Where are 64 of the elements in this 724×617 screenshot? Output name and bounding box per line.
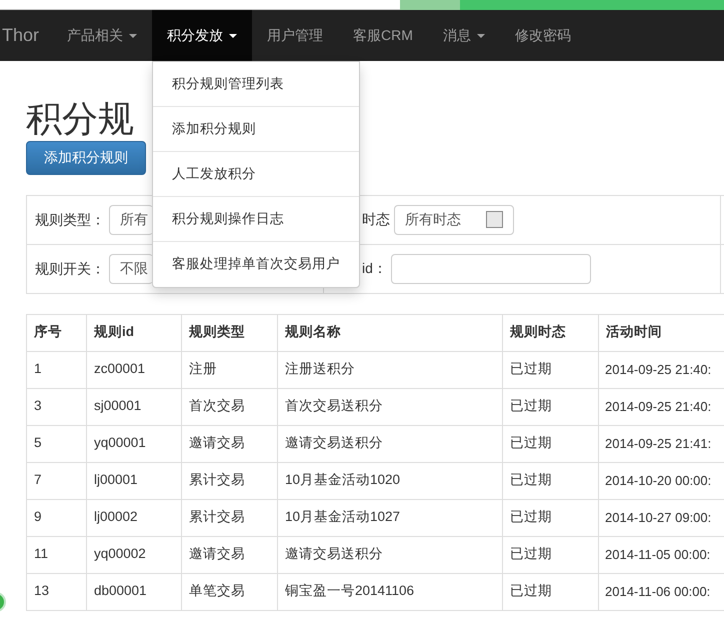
filter-label: 规则开关： bbox=[35, 260, 105, 276]
table-cell: lj00002 bbox=[86, 499, 182, 536]
table-cell: 10月基金活动1027 bbox=[278, 499, 502, 536]
table-cell: zc00001 bbox=[86, 351, 182, 388]
column-header: 规则时态 bbox=[502, 314, 598, 352]
table-cell: 注册送积分 bbox=[278, 351, 502, 388]
filter-label: 规则类型： bbox=[35, 211, 105, 228]
dropdown-item[interactable]: 人工发放积分 bbox=[153, 152, 360, 197]
table-cell: db00001 bbox=[86, 573, 182, 610]
table-cell: 已过期 bbox=[502, 499, 598, 536]
brand-name[interactable]: Thor bbox=[0, 10, 52, 61]
browser-tab-button[interactable] bbox=[400, 0, 460, 10]
table-cell: 首次交易 bbox=[182, 388, 278, 426]
table-cell: 铜宝盈一号20141106 bbox=[278, 573, 502, 610]
table-cell: 邀请交易 bbox=[182, 536, 278, 574]
table-cell: 单笔交易 bbox=[182, 573, 278, 610]
table-cell: 13 bbox=[26, 573, 86, 610]
nav-item[interactable]: 积分发放 bbox=[152, 10, 252, 61]
table-cell: 邀请交易送积分 bbox=[278, 536, 502, 574]
add-rule-button[interactable]: 添加积分规则 bbox=[26, 140, 146, 175]
table-cell: 累计交易 bbox=[182, 499, 278, 536]
table-cell: 注册 bbox=[182, 351, 278, 388]
dropdown-item[interactable]: 积分规则管理列表 bbox=[153, 62, 360, 107]
nav-item[interactable]: 消息 bbox=[428, 10, 500, 61]
table-cell: 5 bbox=[26, 425, 86, 462]
table-cell: 11 bbox=[26, 536, 86, 574]
nav-item[interactable]: 用户管理 bbox=[252, 10, 338, 61]
column-header: 序号 bbox=[26, 314, 86, 352]
table-cell: 10月基金活动1020 bbox=[278, 462, 502, 500]
rule-id-field[interactable] bbox=[390, 254, 591, 284]
dropdown-item[interactable]: 客服处理掉单首次交易用户 bbox=[153, 242, 360, 287]
table-cell: 首次交易送积分 bbox=[278, 388, 502, 426]
column-header: 规则名称 bbox=[278, 314, 502, 352]
select-field[interactable]: 所有 bbox=[108, 204, 153, 235]
table-cell: 1 bbox=[26, 351, 86, 388]
table-cell: 9 bbox=[26, 499, 86, 536]
table-cell: 邀请交易送积分 bbox=[278, 425, 502, 462]
filter-label: 时态 bbox=[361, 211, 390, 228]
column-header: 活动时间 bbox=[598, 314, 724, 352]
table-cell: 已过期 bbox=[502, 425, 598, 462]
table-cell: 累计交易 bbox=[182, 462, 278, 500]
dropdown-item[interactable]: 积分规则操作日志 bbox=[153, 197, 360, 242]
table-cell: 7 bbox=[26, 462, 86, 500]
table-cell: 3 bbox=[26, 388, 86, 426]
nav-item[interactable]: 客服CRM bbox=[338, 10, 428, 61]
table-cell: yq00001 bbox=[86, 425, 182, 462]
table-cell: 已过期 bbox=[502, 573, 598, 610]
table-cell: 已过期 bbox=[502, 351, 598, 388]
table-cell: lj00001 bbox=[86, 462, 182, 500]
column-header: 规则类型 bbox=[182, 314, 278, 352]
column-header: 规则id bbox=[86, 314, 182, 352]
table-cell: 已过期 bbox=[502, 536, 598, 574]
select-field[interactable]: 不限 bbox=[108, 254, 153, 284]
table-cell: 已过期 bbox=[502, 462, 598, 500]
table-cell: 已过期 bbox=[502, 388, 598, 426]
filter-label: id： bbox=[361, 260, 387, 276]
table-cell: 邀请交易 bbox=[182, 425, 278, 462]
page-title: 积分规 bbox=[26, 99, 134, 139]
table-cell: yq00002 bbox=[86, 536, 182, 574]
dropdown-item[interactable]: 添加积分规则 bbox=[153, 107, 360, 152]
nav-item[interactable]: 修改密码 bbox=[500, 10, 586, 61]
table-cell: sj00001 bbox=[86, 388, 182, 426]
nav-item[interactable]: 产品相关 bbox=[52, 10, 152, 61]
select-field[interactable]: 所有时态 bbox=[394, 204, 514, 235]
